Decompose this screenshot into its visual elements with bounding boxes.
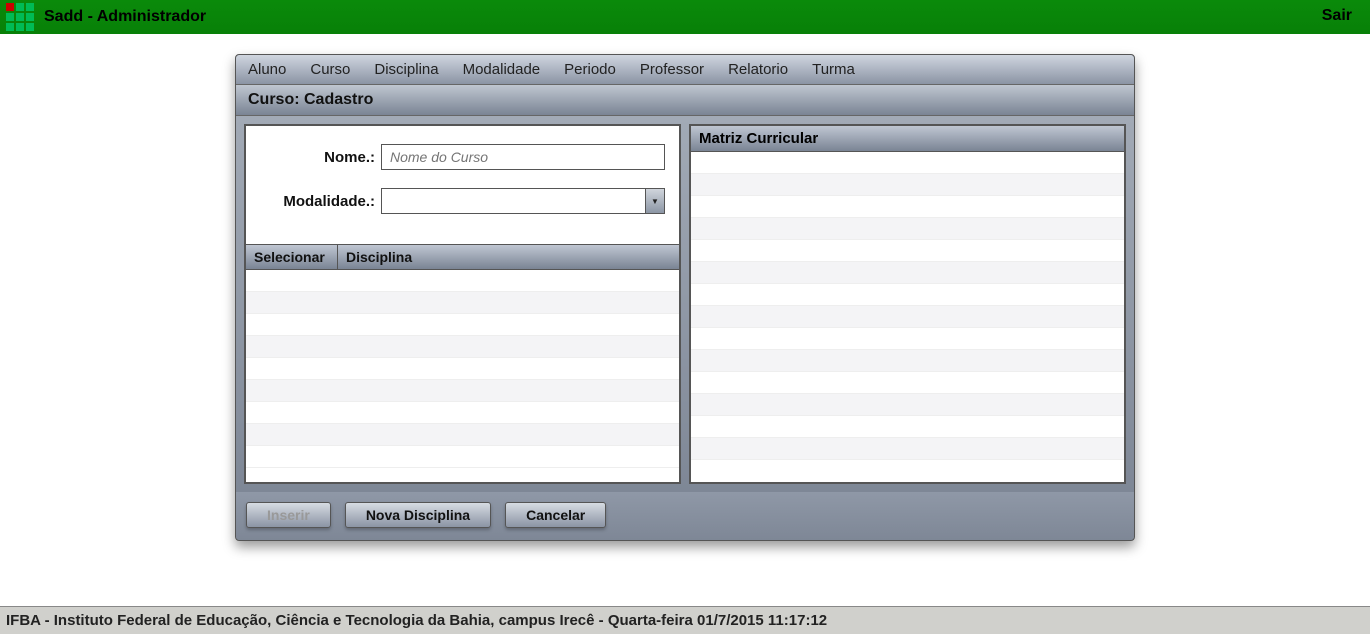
table-row [246, 402, 679, 424]
topbar: Sadd - Administrador Sair [0, 0, 1370, 34]
main-window: Aluno Curso Disciplina Modalidade Period… [235, 54, 1135, 541]
menu-professor[interactable]: Professor [640, 61, 704, 78]
menu-aluno[interactable]: Aluno [248, 61, 286, 78]
list-item [691, 240, 1124, 262]
left-panel: Nome.: Modalidade.: ▼ Selecionar Discipl… [244, 124, 681, 484]
list-item [691, 174, 1124, 196]
table-row [246, 314, 679, 336]
list-item [691, 372, 1124, 394]
form-area: Nome.: Modalidade.: ▼ [246, 126, 679, 244]
modalidade-label: Modalidade.: [260, 193, 375, 210]
list-item [691, 218, 1124, 240]
modalidade-select[interactable]: ▼ [381, 188, 665, 214]
menu-periodo[interactable]: Periodo [564, 61, 616, 78]
app-logo-icon [6, 3, 34, 31]
list-item [691, 328, 1124, 350]
list-item [691, 350, 1124, 372]
list-item [691, 394, 1124, 416]
table-row [246, 336, 679, 358]
matriz-body [691, 152, 1124, 482]
nome-input[interactable] [381, 144, 665, 170]
menu-disciplina[interactable]: Disciplina [374, 61, 438, 78]
disciplina-table-body [246, 270, 679, 482]
page-title: Curso: Cadastro [236, 85, 1134, 116]
menu-modalidade[interactable]: Modalidade [463, 61, 541, 78]
right-panel: Matriz Curricular [689, 124, 1126, 484]
table-row [246, 446, 679, 468]
menu-bar: Aluno Curso Disciplina Modalidade Period… [236, 55, 1134, 85]
menu-relatorio[interactable]: Relatorio [728, 61, 788, 78]
table-row [246, 380, 679, 402]
list-item [691, 284, 1124, 306]
table-row [246, 270, 679, 292]
col-disciplina: Disciplina [338, 249, 420, 265]
body-area: Nome.: Modalidade.: ▼ Selecionar Discipl… [236, 116, 1134, 492]
list-item [691, 196, 1124, 218]
menu-turma[interactable]: Turma [812, 61, 855, 78]
chevron-down-icon[interactable]: ▼ [645, 188, 665, 214]
list-item [691, 306, 1124, 328]
app-title: Sadd - Administrador [44, 8, 206, 26]
nova-disciplina-button[interactable]: Nova Disciplina [345, 502, 491, 528]
table-row [246, 424, 679, 446]
status-bar: IFBA - Instituto Federal de Educação, Ci… [0, 606, 1370, 634]
disciplina-table-header: Selecionar Disciplina [246, 244, 679, 270]
inserir-button[interactable]: Inserir [246, 502, 331, 528]
cancelar-button[interactable]: Cancelar [505, 502, 606, 528]
col-selecionar: Selecionar [246, 245, 338, 269]
menu-curso[interactable]: Curso [310, 61, 350, 78]
status-text: IFBA - Instituto Federal de Educação, Ci… [6, 612, 827, 629]
exit-link[interactable]: Sair [1322, 7, 1352, 25]
list-item [691, 416, 1124, 438]
table-row [246, 358, 679, 380]
list-item [691, 262, 1124, 284]
footer-buttons: Inserir Nova Disciplina Cancelar [236, 492, 1134, 540]
matriz-title: Matriz Curricular [691, 126, 1124, 152]
nome-label: Nome.: [260, 149, 375, 166]
list-item [691, 152, 1124, 174]
list-item [691, 438, 1124, 460]
table-row [246, 292, 679, 314]
